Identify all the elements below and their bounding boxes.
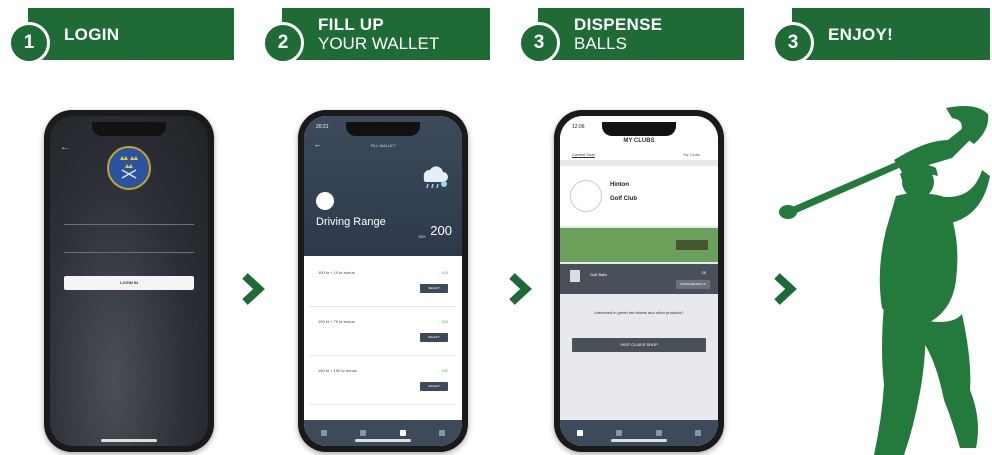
visit-shop-button[interactable]: VISIT CLUB'S SHOP: [572, 338, 706, 352]
step-number: 3: [518, 22, 560, 64]
page-title: MY CLUBS: [623, 138, 655, 144]
wallet-strip: [560, 228, 718, 262]
select-package-button[interactable]: SELECT: [420, 333, 448, 342]
step-title: ENJOY!: [828, 24, 894, 44]
bottom-tab-bar: [560, 420, 718, 446]
login-button-label: LOGIN IN: [120, 280, 138, 285]
step-subtitle: BALLS: [574, 34, 627, 53]
tab-icon[interactable]: [320, 430, 327, 436]
step-banner-dispense: 3 DISPENSE BALLS: [518, 8, 744, 64]
status-time: 12:06: [572, 124, 585, 130]
club-logo: [570, 180, 602, 212]
package-label: 100 kr + 75 kr bonus: [318, 319, 355, 324]
package-label: 100 kr + 10 kr bonus: [318, 270, 355, 275]
phone-fill-wallet: 20:21 ← FILL WALLET Driving Range SEK 20…: [298, 110, 468, 452]
chevron-right-icon: [509, 273, 532, 305]
step-subtitle: YOUR WALLET: [318, 34, 440, 53]
step-title: LOGIN: [64, 24, 120, 44]
phone-my-clubs: 12:06 MY CLUBS Current Club My Clubs Hin…: [554, 110, 724, 452]
golfer-silhouette-icon: [779, 106, 990, 455]
tab-icon[interactable]: [360, 430, 367, 436]
step-banner-login: 1 LOGIN: [8, 8, 234, 64]
header-title: FILL WALLET: [370, 143, 396, 148]
tab-current-club[interactable]: Current Club: [572, 152, 595, 158]
select-package-button[interactable]: SELECT: [420, 284, 448, 293]
package-price: - 100: [438, 270, 448, 275]
package-card[interactable]: 150 kr + 150 kr bonus - 150 SELECT: [310, 362, 456, 405]
wallet-screen: 20:21 ← FILL WALLET Driving Range SEK 20…: [304, 116, 462, 446]
club-name: Hinton: [610, 182, 629, 188]
step-title: FILL UP: [318, 15, 385, 34]
step-title: DISPENSE: [574, 15, 663, 34]
phone-login: ← LOGIN IN: [44, 110, 214, 452]
balls-label: Golf Balls: [590, 272, 608, 277]
golf-bucket-icon: [570, 270, 580, 282]
back-arrow-icon[interactable]: ←: [60, 142, 70, 153]
step-banner-fill-wallet: 2 FILL UP YOUR WALLET: [262, 8, 490, 64]
login-button[interactable]: LOGIN IN: [64, 276, 194, 290]
tab-icon[interactable]: [576, 430, 583, 436]
balance-value: 200: [430, 223, 452, 238]
crowns-icon: [120, 156, 138, 179]
balls-count: 25: [701, 270, 706, 275]
weather-icon: [418, 160, 450, 192]
club-logo-badge: [316, 192, 334, 210]
step-number: 3: [772, 22, 814, 64]
balls-row: Golf Balls 25 DISPENSE BALLS: [560, 264, 718, 294]
dispense-cta[interactable]: [676, 240, 708, 250]
select-package-button[interactable]: SELECT: [420, 382, 448, 391]
package-price: - 150: [438, 368, 448, 373]
club-name-line2: Golf Club: [610, 196, 637, 202]
balance-prefix: SEK: [417, 234, 426, 239]
range-title: Driving Range: [316, 216, 386, 228]
package-price: - 150: [438, 319, 448, 324]
club-card[interactable]: Hinton Golf Club: [560, 166, 718, 226]
username-field[interactable]: [64, 212, 194, 225]
package-card[interactable]: 100 kr + 75 kr bonus - 150 SELECT: [310, 313, 456, 356]
package-card[interactable]: 100 kr + 10 kr bonus - 100 SELECT: [310, 264, 456, 307]
password-field[interactable]: [64, 240, 194, 253]
tab-icon[interactable]: [695, 430, 702, 436]
step-banner-enjoy: 3 ENJOY!: [772, 8, 990, 64]
package-list: 100 kr + 10 kr bonus - 100 SELECT 100 kr…: [310, 264, 456, 405]
bottom-tab-bar: [304, 420, 462, 446]
tab-icon[interactable]: [655, 430, 662, 436]
wallet-header: 20:21 ← FILL WALLET Driving Range SEK 20…: [304, 116, 462, 256]
status-time: 20:21: [316, 124, 329, 130]
tab-icon[interactable]: [616, 430, 623, 436]
step-number: 1: [8, 22, 50, 64]
package-label: 150 kr + 150 kr bonus: [318, 368, 357, 373]
tab-my-clubs[interactable]: My Clubs: [683, 152, 700, 157]
clubs-screen: 12:06 MY CLUBS Current Club My Clubs Hin…: [560, 116, 718, 446]
shop-prompt: Interested in green fee tickets and othe…: [594, 310, 684, 315]
login-screen: ← LOGIN IN: [50, 116, 208, 446]
club-crest-logo: [107, 146, 151, 190]
chevron-right-icon: [242, 273, 265, 305]
step-number: 2: [262, 22, 304, 64]
tab-icon[interactable]: [399, 430, 406, 436]
dispense-balls-button[interactable]: DISPENSE BALLS: [676, 280, 710, 289]
tab-icon[interactable]: [439, 430, 446, 436]
